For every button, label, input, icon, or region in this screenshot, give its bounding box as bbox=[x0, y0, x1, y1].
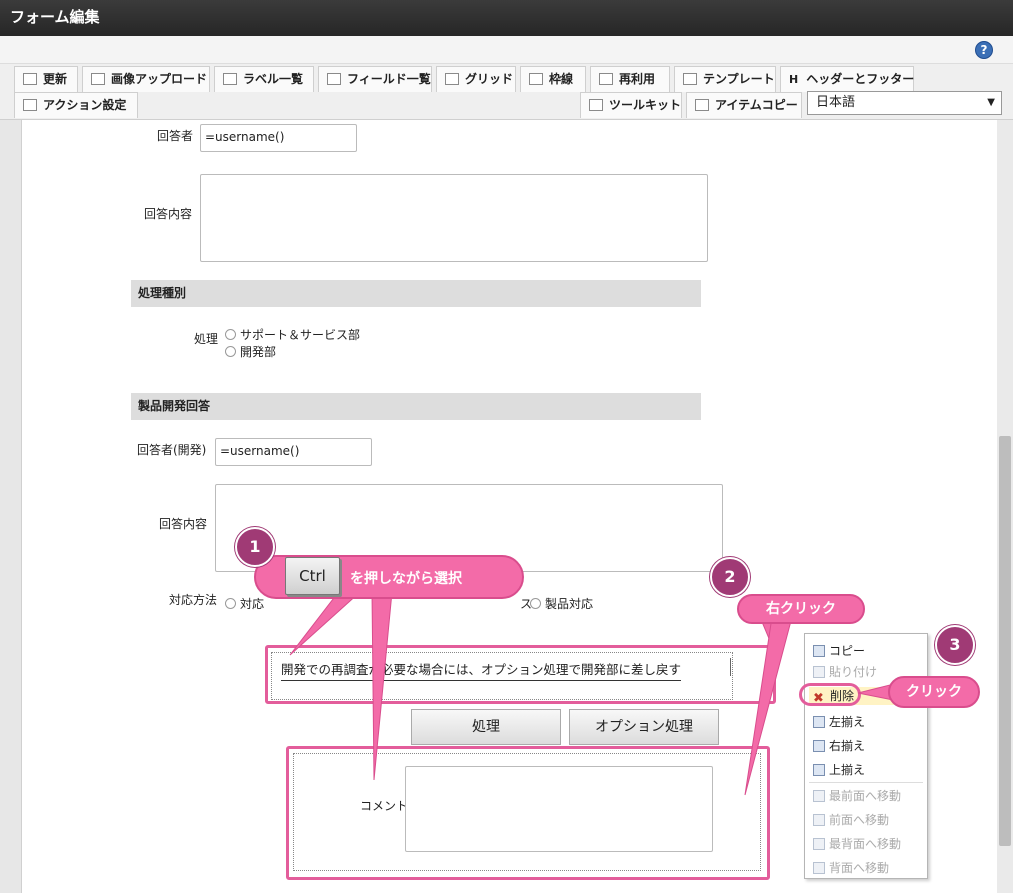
step1-badge: 1 bbox=[235, 527, 275, 567]
step3-badge: 3 bbox=[935, 625, 975, 665]
step2-badge: 2 bbox=[710, 557, 750, 597]
annotation-lines bbox=[289, 589, 899, 796]
step2-balloon: 右クリック bbox=[737, 594, 865, 624]
ctrl-key-icon: Ctrl bbox=[285, 557, 340, 595]
step3-balloon: クリック bbox=[888, 676, 980, 708]
